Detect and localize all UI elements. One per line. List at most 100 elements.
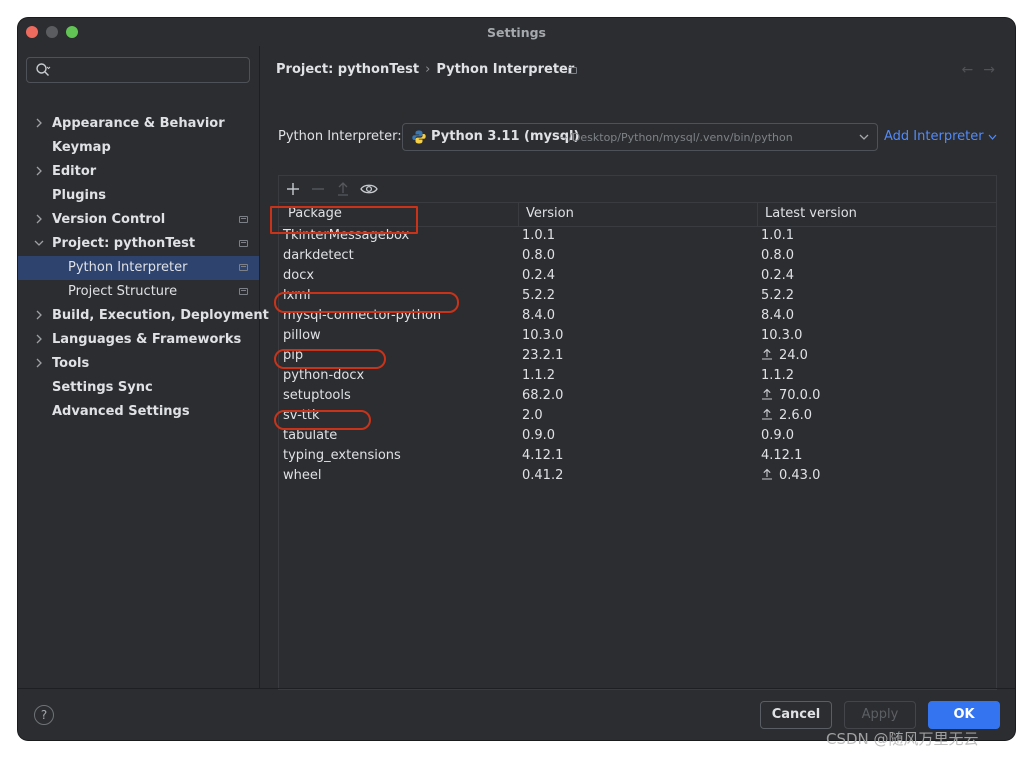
column-divider[interactable]: [757, 202, 758, 226]
project-scope-icon: [239, 264, 248, 271]
package-version: 5.2.2: [522, 288, 556, 303]
interpreter-select[interactable]: Python 3.11 (mysql) ~/Desktop/Python/mys…: [402, 123, 878, 151]
column-header-version[interactable]: Version: [526, 206, 574, 221]
table-row[interactable]: python-docx 1.1.2 1.1.2: [279, 366, 996, 386]
window-title: Settings: [486, 25, 546, 40]
package-name: pillow: [283, 328, 321, 343]
table-row[interactable]: wheel 0.41.2 0.43.0: [279, 466, 996, 486]
chevron-right-icon: [36, 310, 42, 320]
apply-button[interactable]: Apply: [844, 701, 916, 729]
upgrade-available-icon: [762, 468, 772, 480]
sidebar-item-languages[interactable]: Languages & Frameworks: [18, 328, 259, 352]
sidebar-item-build[interactable]: Build, Execution, Deployment: [18, 304, 269, 328]
latest-version-text: 0.8.0: [761, 248, 795, 263]
sidebar-item-label: Languages & Frameworks: [52, 332, 242, 347]
sidebar-item-tools[interactable]: Tools: [18, 352, 259, 376]
package-latest-version: 4.12.1: [761, 448, 802, 463]
ok-button[interactable]: OK: [928, 701, 1000, 729]
latest-version-text: 4.12.1: [761, 448, 803, 463]
latest-version-text: 0.43.0: [779, 468, 821, 483]
sidebar-item-advanced-settings[interactable]: Advanced Settings: [18, 400, 259, 424]
table-row[interactable]: setuptools 68.2.0 70.0.0: [279, 386, 996, 406]
package-latest-version: 24.0: [761, 348, 808, 363]
forward-arrow-icon[interactable]: →: [983, 62, 1005, 78]
eye-icon[interactable]: [359, 179, 379, 199]
add-interpreter-link[interactable]: Add Interpreter: [884, 129, 997, 144]
sidebar-item-label: Keymap: [52, 140, 111, 155]
sidebar-item-settings-sync[interactable]: Settings Sync: [18, 376, 259, 400]
latest-version-text: 1.0.1: [761, 228, 795, 243]
history-navigation: ←→: [962, 62, 1005, 78]
package-latest-version: 0.8.0: [761, 248, 794, 263]
package-version: 1.0.1: [522, 228, 556, 243]
annotation-ellipse: [274, 410, 371, 430]
package-version: 4.12.1: [522, 448, 564, 463]
package-name: python-docx: [283, 368, 365, 383]
settings-search-input[interactable]: [26, 57, 250, 83]
sidebar-item-project-structure[interactable]: Project Structure: [18, 280, 259, 304]
latest-version-text: 0.9.0: [761, 428, 795, 443]
sidebar-item-keymap[interactable]: Keymap: [18, 136, 259, 160]
interpreter-path: ~/Desktop/Python/mysql/.venv/bin/python: [559, 131, 793, 144]
package-version: 0.8.0: [522, 248, 556, 263]
latest-version-text: 5.2.2: [761, 288, 795, 303]
project-scope-icon: [239, 216, 248, 223]
breadcrumb-project[interactable]: Project: pythonTest: [276, 62, 419, 77]
column-header-latest-version[interactable]: Latest version: [765, 206, 857, 221]
chevron-right-icon: [36, 214, 42, 224]
sidebar-item-version-control[interactable]: Version Control: [18, 208, 259, 232]
upgrade-available-icon: [762, 388, 772, 400]
settings-sidebar: Appearance & Behavior Keymap Editor Plug…: [18, 46, 269, 688]
interpreter-label: Python Interpreter:: [278, 129, 402, 144]
upgrade-available-icon: [762, 408, 772, 420]
chevron-right-icon: [36, 358, 42, 368]
package-latest-version: 0.43.0: [761, 468, 820, 483]
package-latest-version: 0.9.0: [761, 428, 794, 443]
chevron-down-icon: [988, 134, 997, 140]
package-version: 8.4.0: [522, 308, 556, 323]
sidebar-item-appearance[interactable]: Appearance & Behavior: [18, 112, 259, 136]
table-row[interactable]: sv-ttk 2.0 2.6.0: [279, 406, 996, 426]
table-row[interactable]: docx 0.2.4 0.2.4: [279, 266, 996, 286]
table-row[interactable]: pillow 10.3.0 10.3.0: [279, 326, 996, 346]
sidebar-item-label: Python Interpreter: [68, 260, 188, 275]
package-name: darkdetect: [283, 248, 354, 263]
back-arrow-icon[interactable]: ←: [962, 62, 984, 78]
watermark-text: CSDN @随风万里无云: [826, 730, 979, 748]
latest-version-text: 70.0.0: [779, 388, 821, 403]
sidebar-item-label: Build, Execution, Deployment: [52, 308, 269, 323]
latest-version-text: 10.3.0: [761, 328, 803, 343]
chevron-down-icon: [859, 134, 869, 140]
annotation-ellipse: [274, 292, 459, 313]
package-latest-version: 0.2.4: [761, 268, 794, 283]
package-version: 2.0: [522, 408, 543, 423]
table-row[interactable]: typing_extensions 4.12.1 4.12.1: [279, 446, 996, 466]
cancel-button[interactable]: Cancel: [760, 701, 832, 729]
package-version: 23.2.1: [522, 348, 564, 363]
upgrade-package-icon[interactable]: [333, 179, 353, 199]
project-scope-icon: [239, 288, 248, 295]
package-name: wheel: [283, 468, 322, 483]
sidebar-item-plugins[interactable]: Plugins: [18, 184, 259, 208]
sidebar-item-editor[interactable]: Editor: [18, 160, 259, 184]
sidebar-item-python-interpreter[interactable]: Python Interpreter: [18, 256, 259, 280]
table-row[interactable]: pip 23.2.1 24.0: [279, 346, 996, 366]
sidebar-item-label: Tools: [52, 356, 90, 371]
table-row[interactable]: darkdetect 0.8.0 0.8.0: [279, 246, 996, 266]
settings-window: Settings Appearance & Behavior Keymap Ed…: [18, 18, 1015, 740]
package-version: 10.3.0: [522, 328, 564, 343]
help-button[interactable]: ?: [34, 705, 54, 725]
project-scope-icon: [568, 67, 577, 74]
sidebar-item-project[interactable]: Project: pythonTest: [18, 232, 259, 256]
add-package-icon[interactable]: [283, 179, 303, 199]
column-divider[interactable]: [518, 202, 519, 226]
package-latest-version: 2.6.0: [761, 408, 812, 423]
table-row[interactable]: tabulate 0.9.0 0.9.0: [279, 426, 996, 446]
latest-version-text: 8.4.0: [761, 308, 795, 323]
package-latest-version: 5.2.2: [761, 288, 794, 303]
sidebar-item-label: Project: pythonTest: [52, 236, 196, 251]
package-version: 68.2.0: [522, 388, 564, 403]
breadcrumb: Project: pythonTest › Python Interpreter: [276, 62, 574, 77]
sidebar-item-label: Advanced Settings: [52, 404, 190, 419]
remove-package-icon[interactable]: [308, 179, 328, 199]
